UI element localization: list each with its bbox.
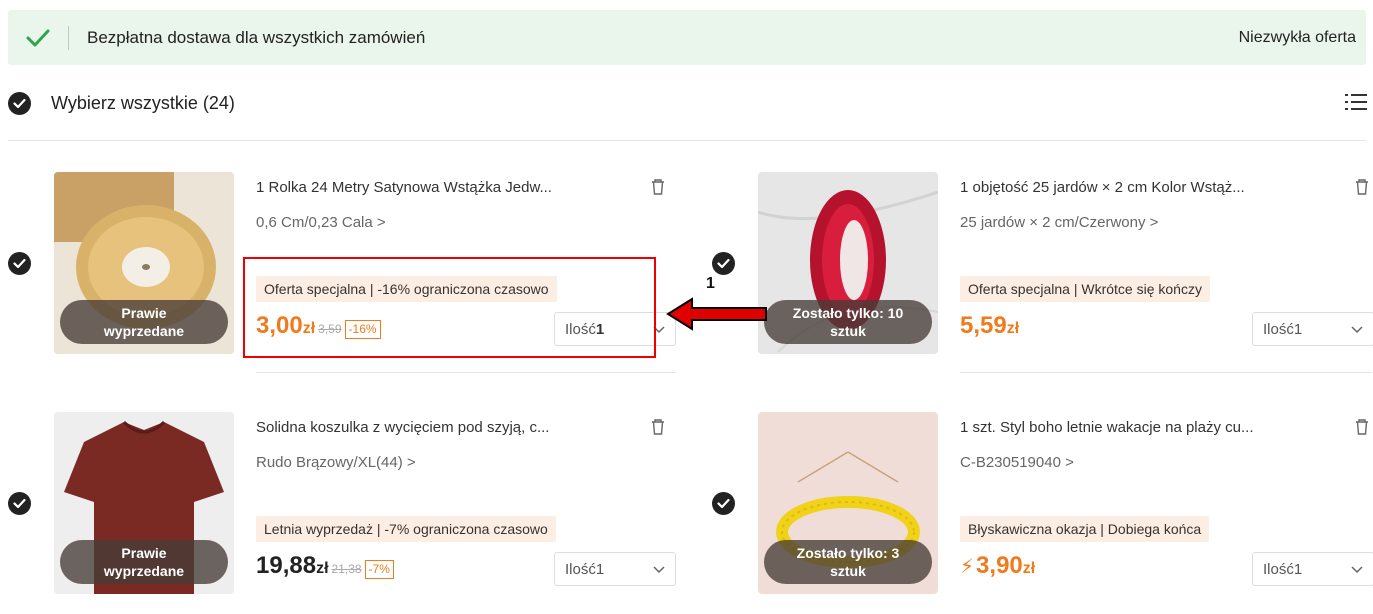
- annotation-arrow-icon: [666, 297, 768, 331]
- divider: [256, 372, 676, 373]
- cart-item: Zostało tylko: 10 sztuk 1 objętość 25 ja…: [712, 172, 1373, 373]
- discount-badge: -7%: [364, 560, 394, 579]
- product-image[interactable]: Prawie wyprzedane: [54, 172, 234, 354]
- quantity-select[interactable]: Ilość1: [1252, 552, 1373, 586]
- variant-selector[interactable]: C-B230519040 >: [960, 454, 1074, 471]
- select-all-label: Wybierz wszystkie (24): [51, 92, 235, 113]
- product-image[interactable]: Zostało tylko: 10 sztuk: [758, 172, 938, 354]
- product-title[interactable]: Solidna koszulka z wycięciem pod szyją, …: [256, 419, 642, 436]
- item-checkbox[interactable]: [712, 492, 735, 515]
- cart-item: Zostało tylko: 3 sztuk 1 szt. Styl boho …: [712, 412, 1373, 612]
- trash-icon[interactable]: [1354, 418, 1372, 436]
- quantity-select[interactable]: Ilość1: [1252, 312, 1373, 346]
- banner-divider: [68, 25, 69, 50]
- free-shipping-banner: Bezpłatna dostawa dla wszystkich zamówie…: [8, 10, 1366, 65]
- price: 19,88zł: [256, 552, 329, 579]
- stock-status-tag: Zostało tylko: 3 sztuk: [764, 540, 932, 584]
- divider: [8, 140, 1366, 141]
- promo-badge: Oferta specjalna | Wkrótce się kończy: [960, 276, 1210, 302]
- product-title[interactable]: 1 Rolka 24 Metry Satynowa Wstążka Jedw..…: [256, 179, 642, 196]
- chevron-down-icon: [1351, 321, 1363, 338]
- annotation-label: 1: [706, 275, 715, 292]
- item-checkbox[interactable]: [712, 252, 735, 275]
- promo-badge: Błyskawiczna okazja | Dobiega końca: [960, 516, 1210, 542]
- special-offer-link[interactable]: Niezwykła oferta: [1239, 29, 1356, 47]
- list-menu-icon[interactable]: [1345, 92, 1367, 112]
- stock-status-tag: Prawie wyprzedane: [60, 540, 228, 584]
- stock-status-tag: Zostało tylko: 10 sztuk: [764, 300, 932, 344]
- trash-icon[interactable]: [1354, 178, 1372, 196]
- banner-text: Bezpłatna dostawa dla wszystkich zamówie…: [87, 27, 426, 47]
- price: 5,59zł: [960, 312, 1020, 339]
- price: 3,90zł: [976, 552, 1036, 579]
- chevron-down-icon: [1351, 561, 1363, 578]
- product-image[interactable]: Zostało tylko: 3 sztuk: [758, 412, 938, 594]
- item-checkbox[interactable]: [8, 492, 31, 515]
- product-title[interactable]: 1 objętość 25 jardów × 2 cm Kolor Wstąż.…: [960, 179, 1346, 196]
- original-price: 21,38: [331, 562, 362, 576]
- select-all-checkbox[interactable]: [8, 91, 31, 115]
- trash-icon[interactable]: [650, 418, 668, 436]
- variant-selector[interactable]: 25 jardów × 2 cm/Czerwony >: [960, 214, 1158, 231]
- select-all-row[interactable]: Wybierz wszystkie (24): [8, 86, 235, 120]
- lightning-icon: ⚡: [960, 556, 975, 578]
- divider: [960, 372, 1372, 373]
- chevron-down-icon: [653, 561, 665, 578]
- promo-badge: Letnia wyprzedaż | -7% ograniczona czaso…: [256, 516, 556, 542]
- check-icon: [8, 28, 68, 48]
- annotation-highlight-box: [243, 257, 656, 358]
- trash-icon[interactable]: [650, 178, 668, 196]
- product-title[interactable]: 1 szt. Styl boho letnie wakacje na plaży…: [960, 419, 1346, 436]
- variant-selector[interactable]: 0,6 Cm/0,23 Cala >: [256, 214, 386, 231]
- item-checkbox[interactable]: [8, 252, 31, 275]
- variant-selector[interactable]: Rudo Brązowy/XL(44) >: [256, 454, 416, 471]
- product-image[interactable]: Prawie wyprzedane: [54, 412, 234, 594]
- cart-item: Prawie wyprzedane Solidna koszulka z wyc…: [8, 412, 676, 612]
- stock-status-tag: Prawie wyprzedane: [60, 300, 228, 344]
- quantity-select[interactable]: Ilość1: [554, 552, 676, 586]
